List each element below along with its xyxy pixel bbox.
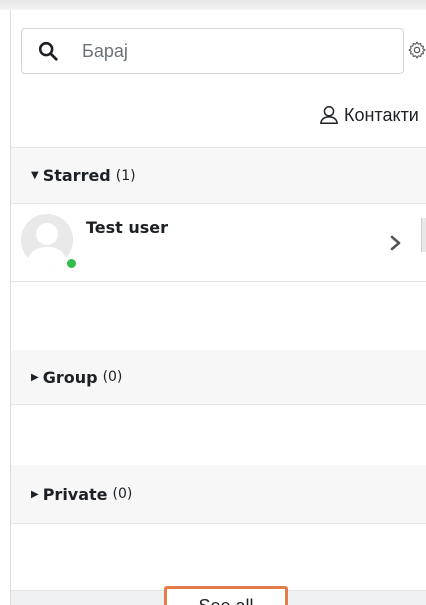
- contact-row[interactable]: Test user: [11, 204, 426, 282]
- section-starred-count: (1): [115, 167, 136, 184]
- messaging-drawer-page: Контакти ▼ Starred (1) Test user: [0, 0, 426, 605]
- search-box[interactable]: [21, 28, 404, 74]
- caret-right-icon: ▶: [31, 488, 39, 500]
- section-group-label: Group: [42, 367, 98, 387]
- caret-down-icon: ▼: [31, 170, 39, 181]
- section-private-header[interactable]: ▶ Private (0): [11, 465, 426, 524]
- contacts-link-label: Контакти: [344, 104, 419, 125]
- default-user-icon: [21, 214, 73, 266]
- search-icon: [38, 41, 58, 61]
- contacts-link[interactable]: Контакти: [318, 104, 419, 126]
- section-group-count: (0): [102, 369, 123, 385]
- caret-right-icon: ▶: [31, 371, 39, 383]
- section-starred-header[interactable]: ▼ Starred (1): [11, 147, 426, 204]
- search-input[interactable]: [82, 37, 382, 65]
- contact-name: Test user: [86, 218, 169, 237]
- group-blank-area: [11, 405, 426, 465]
- user-icon: [320, 106, 338, 124]
- see-all-button[interactable]: See all: [164, 586, 288, 605]
- starred-blank-area: [11, 282, 426, 350]
- row-edge-handle: [421, 218, 426, 252]
- section-private-count: (0): [112, 486, 133, 502]
- avatar: [21, 214, 73, 266]
- private-blank-area: [11, 524, 426, 590]
- section-group-header[interactable]: ▶ Group (0): [11, 350, 426, 405]
- messaging-panel: Контакти ▼ Starred (1) Test user: [10, 10, 426, 605]
- chevron-right-icon[interactable]: [389, 234, 403, 252]
- top-shadow-strip: [0, 0, 426, 10]
- section-private-label: Private: [42, 484, 108, 504]
- gear-icon[interactable]: [407, 40, 426, 60]
- online-status-dot: [66, 258, 77, 269]
- section-starred-label: Starred: [42, 166, 111, 185]
